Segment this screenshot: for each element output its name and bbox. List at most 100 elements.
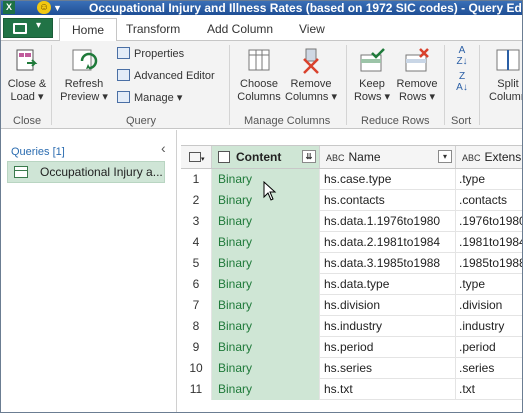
table-menu-button[interactable]: ▾: [181, 146, 212, 168]
query-item[interactable]: Occupational Injury a...: [7, 161, 165, 183]
choose-columns-button[interactable]: Choose Columns: [235, 47, 283, 104]
tab-view[interactable]: View: [299, 18, 325, 42]
name-cell: hs.data.2.1981to1984: [320, 232, 456, 253]
keep-rows-button[interactable]: Keep Rows ▾: [351, 47, 393, 104]
name-cell: hs.case.type: [320, 169, 456, 190]
remove-columns-label-1: Remove: [290, 78, 332, 90]
table-row[interactable]: 11 Binary hs.txt .txt: [181, 379, 522, 400]
extension-cell: .type: [456, 169, 522, 190]
extension-cell: .1976to1980: [456, 211, 522, 232]
content-cell[interactable]: Binary: [212, 295, 320, 316]
table-row[interactable]: 9 Binary hs.period .period: [181, 337, 522, 358]
collapse-pane-icon[interactable]: ‹: [161, 140, 166, 156]
row-number: 2: [181, 190, 212, 211]
extension-cell: .1985to1988: [456, 253, 522, 274]
file-tab[interactable]: ▾: [3, 18, 53, 38]
name-cell: hs.period: [320, 337, 456, 358]
queries-pane: Queries [1] ‹ Occupational Injury a...: [1, 130, 177, 412]
content-cell[interactable]: Binary: [212, 232, 320, 253]
properties-button[interactable]: Properties: [117, 47, 184, 61]
row-number: 10: [181, 358, 212, 379]
sort-descending-button[interactable]: Z A↓: [451, 71, 473, 93]
chevron-down-icon: ▾: [38, 91, 44, 103]
content-cell[interactable]: Binary: [212, 316, 320, 337]
content-cell[interactable]: Binary: [212, 379, 320, 400]
table-row[interactable]: 8 Binary hs.industry .industry: [181, 316, 522, 337]
content-cell[interactable]: Binary: [212, 358, 320, 379]
chevron-down-icon: ▾: [429, 91, 436, 103]
refresh-label-2: Preview ▾: [60, 91, 108, 103]
extension-cell: .period: [456, 337, 522, 358]
column-header-label: Extensio: [484, 150, 522, 164]
table-row[interactable]: 5 Binary hs.data.3.1985to1988.1985to1988: [181, 253, 522, 274]
row-number: 6: [181, 274, 212, 295]
table-row[interactable]: 3 Binary hs.data.1.1976to1980.1976to1980: [181, 211, 522, 232]
manage-icon: [117, 91, 130, 103]
table-row[interactable]: 1 Binary hs.case.type .type: [181, 169, 522, 190]
content-cell[interactable]: Binary: [212, 337, 320, 358]
row-number: 5: [181, 253, 212, 274]
extension-cell: .contacts: [456, 190, 522, 211]
group-separator: [51, 45, 52, 125]
extension-cell: .industry: [456, 316, 522, 337]
remove-rows-label-2: Rows ▾: [398, 91, 436, 103]
group-label-query: Query: [126, 115, 156, 127]
remove-columns-icon: [297, 47, 325, 75]
column-header-extension[interactable]: ABCExtensio: [456, 146, 522, 168]
name-cell: hs.txt: [320, 379, 456, 400]
keep-rows-label-2: Rows ▾: [353, 91, 391, 103]
group-separator: [346, 45, 347, 125]
table-row[interactable]: 4 Binary hs.data.2.1981to1984.1981to1984: [181, 232, 522, 253]
properties-icon: [117, 47, 130, 59]
refresh-label-1: Refresh: [64, 78, 104, 90]
text-type-icon: ABC: [462, 153, 481, 163]
tab-add-column[interactable]: Add Column: [207, 18, 273, 42]
column-filter-icon[interactable]: ▾: [438, 150, 452, 163]
group-separator: [229, 45, 230, 125]
choose-columns-icon: [245, 47, 273, 75]
choose-columns-label-1: Choose: [240, 78, 278, 90]
close-load-button[interactable]: Close & Load ▾: [5, 47, 49, 104]
choose-columns-label-2: Columns: [237, 91, 281, 103]
mouse-cursor-icon: [263, 181, 277, 201]
content-cell[interactable]: Binary: [212, 274, 320, 295]
column-header-content[interactable]: Content ⇊: [212, 146, 320, 168]
chevron-down-icon: ▾: [331, 91, 337, 103]
remove-rows-button[interactable]: Remove Rows ▾: [395, 47, 439, 104]
keep-rows-icon: [358, 47, 386, 75]
tab-home[interactable]: Home: [59, 18, 118, 42]
close-load-icon: [13, 47, 41, 75]
name-cell: hs.data.1.1976to1980: [320, 211, 456, 232]
table-row[interactable]: 2 Binary hs.contacts .contacts: [181, 190, 522, 211]
split-column-button[interactable]: Split Column: [485, 47, 522, 104]
table-row[interactable]: 10 Binary hs.series .series: [181, 358, 522, 379]
advanced-editor-button[interactable]: Advanced Editor: [117, 69, 215, 83]
extension-cell: .series: [456, 358, 522, 379]
extension-cell: .txt: [456, 379, 522, 400]
refresh-preview-button[interactable]: Refresh Preview ▾: [59, 47, 109, 104]
chevron-down-icon: ▾: [384, 91, 391, 103]
column-header-label: Name: [348, 150, 381, 164]
quick-access-dropdown-icon[interactable]: ▼: [53, 1, 69, 15]
excel-icon: X: [3, 1, 15, 14]
smiley-feedback-icon[interactable]: ☺: [37, 1, 51, 14]
sort-descending-icon: Z A↓: [456, 71, 468, 93]
expand-column-icon[interactable]: ⇊: [302, 150, 316, 163]
remove-rows-icon: [403, 47, 431, 75]
manage-button[interactable]: Manage ▾: [117, 91, 182, 105]
chevron-down-icon: ▾: [176, 92, 183, 104]
remove-columns-button[interactable]: Remove Columns ▾: [285, 47, 337, 104]
content-cell[interactable]: Binary: [212, 211, 320, 232]
row-number: 3: [181, 211, 212, 232]
row-number: 1: [181, 169, 212, 190]
sort-ascending-button[interactable]: A Z↓: [451, 45, 473, 67]
table-row[interactable]: 7 Binary hs.division .division: [181, 295, 522, 316]
query-item-label: Occupational Injury a...: [40, 165, 163, 179]
binary-type-icon: [218, 151, 230, 163]
content-cell[interactable]: Binary: [212, 253, 320, 274]
column-header-name[interactable]: ABC Name ▾: [320, 146, 456, 168]
chevron-down-icon: ▾: [102, 91, 108, 103]
table-row[interactable]: 6 Binary hs.data.type .type: [181, 274, 522, 295]
group-label-manage-columns: Manage Columns: [244, 115, 331, 127]
tab-transform[interactable]: Transform: [126, 18, 180, 42]
